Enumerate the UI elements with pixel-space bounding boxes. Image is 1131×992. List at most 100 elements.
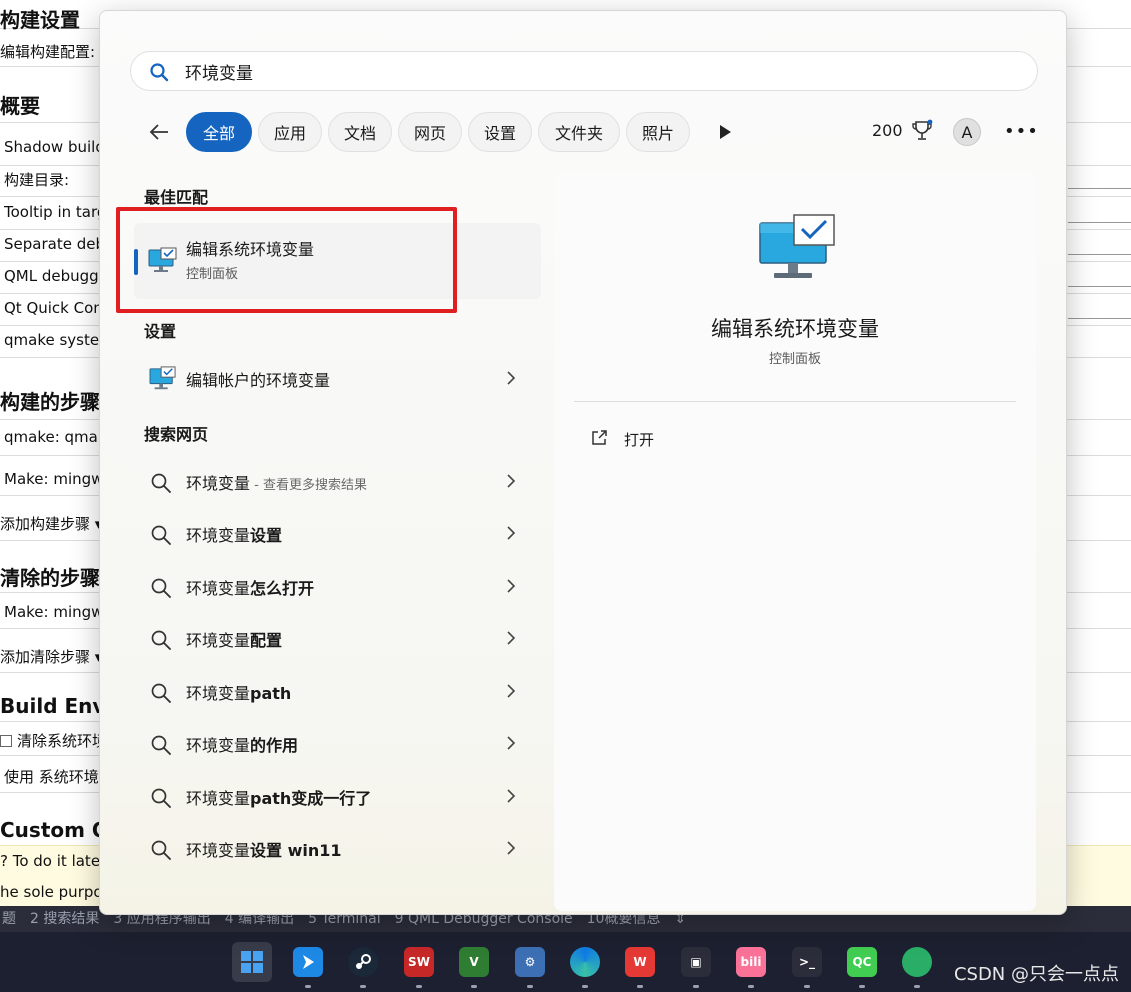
web-search-result-row[interactable]: 环境变量设置 win11 — [134, 826, 541, 870]
taskbar-icon-glyph — [902, 947, 932, 977]
settings-heading: 设置 — [144, 322, 177, 341]
bilibili-icon[interactable]: bili — [731, 942, 771, 982]
user-avatar[interactable]: A — [953, 118, 981, 146]
web-search-result-row[interactable]: 环境变量配置 — [134, 616, 541, 660]
more-filters-arrow-icon[interactable] — [718, 124, 732, 140]
background-text-label: QML debugg — [4, 267, 99, 285]
search-icon — [151, 683, 171, 703]
output-tab[interactable]: 2 搜索结果 — [30, 911, 99, 927]
running-indicator — [416, 985, 422, 988]
web-result-label: 环境变量设置 win11 — [186, 837, 342, 861]
background-text-label: qmake syster — [4, 331, 106, 349]
edge-icon[interactable] — [565, 942, 605, 982]
web-search-result-row[interactable]: 环境变量path变成一行了 — [134, 774, 541, 818]
search-box[interactable] — [130, 51, 1038, 91]
running-indicator — [748, 985, 754, 988]
running-indicator — [527, 985, 533, 988]
chevron-right-icon — [507, 841, 516, 855]
search-icon — [151, 735, 171, 755]
filter-tab[interactable]: 网页 — [398, 112, 462, 152]
running-indicator — [693, 985, 699, 988]
red-highlight-annotation — [116, 207, 457, 313]
best-match-heading: 最佳匹配 — [144, 188, 209, 207]
web-result-suggestion: 的作用 — [250, 736, 299, 755]
web-result-label: 环境变量设置 — [186, 522, 282, 546]
output-tab[interactable]: 题 — [2, 911, 16, 927]
terminal-icon[interactable]: >_ — [787, 942, 827, 982]
filter-tab[interactable]: 文件夹 — [538, 112, 620, 152]
window-app-icon[interactable]: ▣ — [676, 942, 716, 982]
solidworks-icon[interactable]: SW — [399, 942, 439, 982]
taskbar-icon-glyph: ⚙ — [515, 947, 545, 977]
background-text: ? To do it later, — [0, 852, 111, 870]
web-search-result-row[interactable]: 环境变量path — [134, 669, 541, 713]
filter-tab[interactable]: 照片 — [626, 112, 690, 152]
wechat-icon[interactable] — [897, 942, 937, 982]
steam-icon[interactable] — [343, 942, 383, 982]
background-field-line — [1068, 222, 1131, 223]
background-text-label: 构建目录: — [4, 171, 70, 189]
wps-icon[interactable]: W — [620, 942, 660, 982]
trophy-icon[interactable] — [910, 119, 934, 143]
background-text-label: 添加清除步骤 ▾ — [0, 648, 103, 666]
gear-app-icon[interactable]: ⚙ — [510, 942, 550, 982]
background-text-label: 清除系统环境 — [17, 732, 108, 750]
web-search-result-row[interactable]: 环境变量 - 查看更多搜索结果 — [134, 459, 541, 503]
background-field-line — [1068, 254, 1131, 255]
web-result-suggestion: 设置 — [250, 526, 283, 545]
taskbar-icon-glyph: bili — [736, 947, 766, 977]
background-text: 使用 系统环境 — [4, 766, 99, 787]
rewards-points: 200 — [872, 121, 903, 140]
taskbar-icon-glyph: V — [459, 947, 489, 977]
windows-start-icon[interactable] — [232, 942, 272, 982]
web-result-query: 环境变量 — [186, 579, 251, 598]
checkbox-icon[interactable] — [0, 735, 12, 747]
filter-tab[interactable]: 设置 — [468, 112, 532, 152]
open-external-icon[interactable] — [590, 429, 608, 447]
background-text: Qt Quick Com — [4, 299, 108, 317]
web-result-hint: - 查看更多搜索结果 — [250, 478, 367, 493]
background-text: 添加清除步骤 ▾ — [0, 646, 102, 667]
app-arrow-icon[interactable] — [288, 942, 328, 982]
search-input[interactable] — [185, 52, 985, 90]
visio-icon[interactable]: V — [454, 942, 494, 982]
background-text-label: he sole purpos — [0, 883, 111, 901]
web-result-label: 环境变量path变成一行了 — [186, 785, 371, 809]
background-field-line — [1068, 188, 1131, 189]
preview-title: 编辑系统环境变量 — [711, 317, 879, 341]
filter-tab[interactable]: 全部 — [186, 112, 252, 152]
web-result-query: 环境变量 — [186, 789, 251, 808]
web-result-suggestion: path — [250, 684, 292, 703]
windows-search-panel: 全部应用文档网页设置文件夹照片 200 A ••• 最佳匹配 编辑系统环境变量 … — [99, 10, 1067, 915]
running-indicator — [360, 985, 366, 988]
background-text: 构建的步骤 — [0, 386, 100, 415]
background-text: Shadow build — [4, 138, 105, 156]
qt-creator-icon[interactable]: QC — [842, 942, 882, 982]
background-text: qmake: qmal — [4, 428, 102, 446]
background-field-line — [1068, 286, 1131, 287]
running-indicator — [582, 985, 588, 988]
filter-tab[interactable]: 应用 — [258, 112, 322, 152]
more-options-icon[interactable]: ••• — [1004, 123, 1038, 141]
background-text-label: 构建的步骤 — [0, 390, 100, 414]
web-search-result-row[interactable]: 环境变量的作用 — [134, 721, 541, 765]
web-result-query: 环境变量 — [186, 631, 251, 650]
background-text: 编辑构建配置: — [0, 41, 95, 62]
search-icon — [151, 525, 171, 545]
filter-tab[interactable]: 文档 — [328, 112, 392, 152]
back-arrow-icon[interactable] — [148, 122, 170, 142]
background-text-label: Make: mingw — [4, 603, 104, 621]
web-search-result-row[interactable]: 环境变量怎么打开 — [134, 564, 541, 608]
background-text-label: 添加构建步骤 ▾ — [0, 515, 103, 533]
web-result-suggestion: 设置 win11 — [250, 841, 342, 860]
web-result-label: 环境变量怎么打开 — [186, 575, 314, 599]
divider — [574, 401, 1016, 402]
settings-result-row[interactable]: 编辑帐户的环境变量 — [134, 356, 541, 400]
background-text: qmake syster — [4, 331, 105, 349]
chevron-right-icon — [507, 789, 516, 803]
open-action-label[interactable]: 打开 — [624, 429, 654, 450]
taskbar-icon-glyph: W — [625, 947, 655, 977]
background-text-label: Qt Quick Com — [4, 299, 108, 317]
web-result-label: 环境变量配置 — [186, 627, 282, 651]
web-search-result-row[interactable]: 环境变量设置 — [134, 511, 541, 555]
